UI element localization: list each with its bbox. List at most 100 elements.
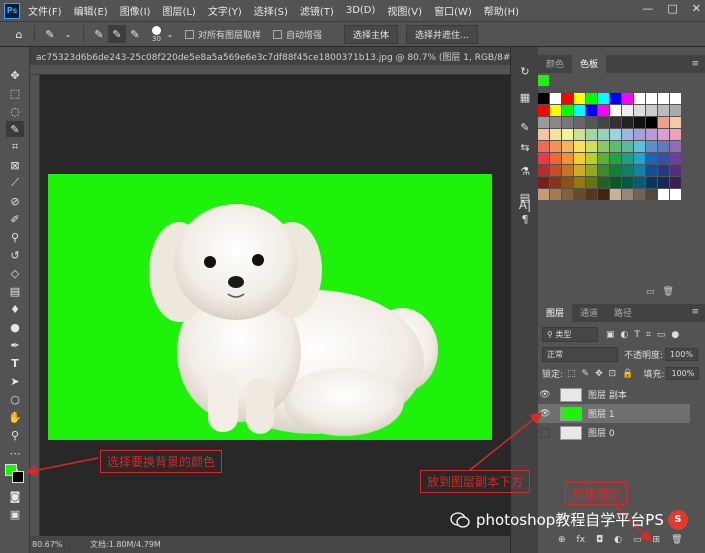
color-swatch[interactable] [574, 129, 585, 140]
color-swatch[interactable] [610, 165, 621, 176]
color-swatch[interactable] [646, 93, 657, 104]
color-swatch[interactable] [562, 141, 573, 152]
tab-color[interactable]: 颜色 [538, 54, 572, 73]
color-swatch[interactable] [658, 153, 669, 164]
color-swatch[interactable] [550, 93, 561, 104]
brush-tool-icon[interactable]: ✐ [6, 211, 24, 227]
color-swatch[interactable] [646, 177, 657, 188]
color-swatch[interactable] [586, 141, 597, 152]
shape-tool-icon[interactable]: ○ [6, 391, 24, 407]
color-swatch[interactable] [598, 177, 609, 188]
color-swatch[interactable] [622, 105, 633, 116]
background-color-swatch[interactable] [12, 471, 24, 483]
fill-input[interactable]: 100% [666, 367, 700, 380]
color-swatch[interactable] [598, 141, 609, 152]
eye-icon[interactable]: 👁 [538, 409, 552, 419]
color-swatch[interactable] [562, 189, 573, 200]
menu-3d[interactable]: 3D(D) [346, 5, 376, 16]
color-swatch[interactable] [670, 165, 681, 176]
color-swatch[interactable] [658, 129, 669, 140]
color-swatch[interactable] [550, 129, 561, 140]
properties-panel-icon[interactable]: ▦ [516, 89, 534, 105]
color-swatch[interactable] [646, 129, 657, 140]
color-swatch[interactable] [670, 93, 681, 104]
color-swatch[interactable] [574, 141, 585, 152]
blur-tool-icon[interactable]: ♦ [6, 301, 24, 317]
color-swatch[interactable] [670, 105, 681, 116]
eraser-tool-icon[interactable]: ◇ [6, 265, 24, 281]
color-swatch[interactable] [550, 105, 561, 116]
color-swatch[interactable] [634, 177, 645, 188]
color-swatch[interactable] [658, 105, 669, 116]
layer-row-selected[interactable]: 👁 图层 1 [538, 404, 690, 423]
chevron-down-icon[interactable]: ⌄ [161, 25, 179, 43]
type-tool-icon[interactable]: T [6, 355, 24, 371]
color-swatch[interactable] [538, 153, 549, 164]
panel-menu-icon[interactable]: ≡ [691, 59, 699, 69]
color-swatch[interactable] [634, 189, 645, 200]
chevron-down-icon[interactable]: ⌄ [59, 25, 77, 43]
color-swatch[interactable] [622, 141, 633, 152]
menu-view[interactable]: 视图(V) [387, 3, 422, 18]
adjustment-layer-icon[interactable]: ◐ [614, 535, 622, 545]
color-swatch[interactable] [550, 189, 561, 200]
color-swatch[interactable] [658, 165, 669, 176]
color-swatch[interactable] [646, 189, 657, 200]
horizontal-ruler[interactable] [30, 65, 510, 75]
home-icon[interactable]: ⌂ [10, 25, 28, 43]
tab-channels[interactable]: 通道 [572, 303, 606, 322]
move-tool-icon[interactable]: ✥ [6, 67, 24, 83]
quick-select-tool-icon[interactable]: ✎ [6, 121, 24, 137]
lock-icons[interactable]: ⬚✎✥⊡🔒 [567, 369, 639, 379]
color-swatch[interactable] [610, 189, 621, 200]
quick-mask-icon[interactable]: ◙ [6, 488, 24, 504]
color-swatch[interactable] [586, 117, 597, 128]
color-swatch[interactable] [634, 141, 645, 152]
color-swatch[interactable] [598, 105, 609, 116]
menu-filter[interactable]: 滤镜(T) [300, 3, 334, 18]
layer-filter-select[interactable]: ⚲ 类型 [542, 327, 598, 342]
color-swatch[interactable] [598, 153, 609, 164]
color-swatch[interactable] [574, 153, 585, 164]
color-swatch[interactable] [538, 189, 549, 200]
color-swatch[interactable] [646, 165, 657, 176]
paths-panel-icon[interactable]: ⚗ [516, 163, 534, 179]
color-swatch[interactable] [634, 153, 645, 164]
color-swatch[interactable] [562, 153, 573, 164]
color-swatch[interactable] [574, 93, 585, 104]
vertical-ruler[interactable] [30, 75, 40, 536]
eye-icon[interactable]: 👁 [538, 390, 552, 400]
frame-tool-icon[interactable]: ⊠ [6, 157, 24, 173]
color-swatch[interactable] [610, 117, 621, 128]
color-swatch[interactable] [622, 177, 633, 188]
maximize-button[interactable]: □ [667, 2, 677, 15]
color-swatch[interactable] [550, 153, 561, 164]
subtract-selection-icon[interactable]: ✎ [126, 25, 144, 43]
paragraph-panel-icon[interactable]: ¶ [516, 211, 534, 227]
new-group-icon[interactable]: ▭ [633, 535, 642, 545]
color-swatch[interactable] [670, 153, 681, 164]
menu-select[interactable]: 选择(S) [254, 3, 288, 18]
lasso-tool-icon[interactable]: ◌ [6, 103, 24, 119]
color-swatch[interactable] [550, 177, 561, 188]
color-swatch[interactable] [658, 93, 669, 104]
delete-swatch-icon[interactable]: 🗑 [663, 287, 674, 297]
color-swatch[interactable] [634, 93, 645, 104]
history-brush-icon[interactable]: ↺ [6, 247, 24, 263]
color-swatch[interactable] [658, 141, 669, 152]
color-swatch[interactable] [550, 117, 561, 128]
add-to-selection-icon[interactable]: ✎ [108, 25, 126, 43]
document-image[interactable] [48, 174, 492, 440]
eyedropper-tool-icon[interactable]: ⟋ [6, 175, 24, 191]
gradient-tool-icon[interactable]: ▤ [6, 283, 24, 299]
tab-layers[interactable]: 图层 [538, 303, 573, 322]
color-swatch[interactable] [586, 129, 597, 140]
document-tab[interactable]: ac75323d6b6de243-25c08f220de5e8a5a569e6e… [30, 47, 510, 65]
history-panel-icon[interactable]: ↻ [516, 63, 534, 79]
sample-all-layers-checkbox[interactable] [185, 29, 194, 39]
color-swatch[interactable] [562, 165, 573, 176]
menu-help[interactable]: 帮助(H) [484, 3, 519, 18]
select-subject-button[interactable]: 选择主体 [344, 24, 399, 44]
link-layers-icon[interactable]: ⊕ [558, 535, 566, 545]
color-swatch[interactable] [610, 93, 621, 104]
